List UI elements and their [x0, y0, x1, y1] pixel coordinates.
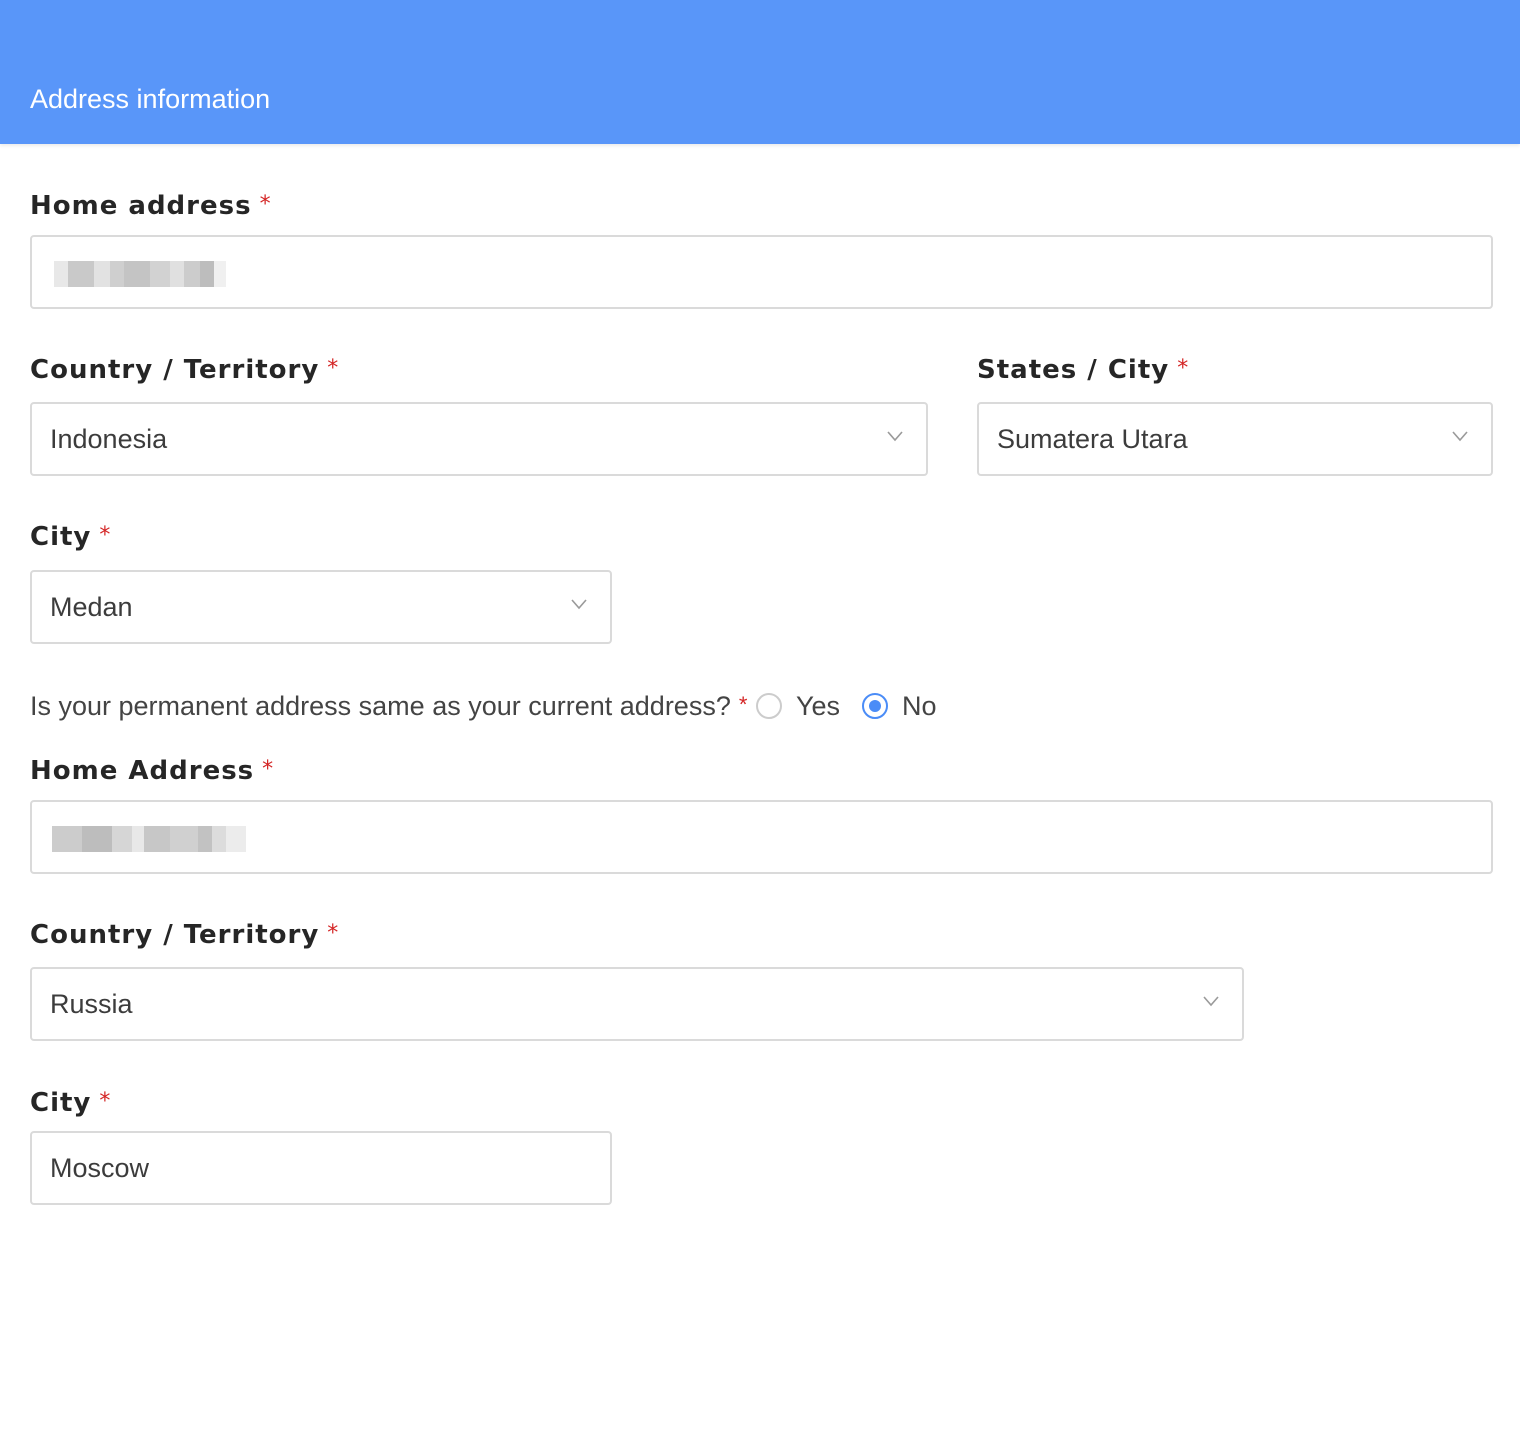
- redacted-text: [54, 261, 226, 287]
- radio-option-no[interactable]: No: [862, 688, 937, 724]
- required-marker: *: [259, 192, 272, 217]
- chevron-down-icon: [1203, 996, 1219, 1007]
- radio-icon[interactable]: [756, 693, 782, 719]
- city-select[interactable]: Medan: [30, 570, 612, 644]
- required-marker: *: [738, 692, 748, 717]
- required-marker: *: [327, 921, 340, 946]
- city-label: City *: [30, 522, 112, 552]
- required-marker: *: [327, 356, 340, 381]
- radio-label-no: No: [902, 690, 937, 721]
- radio-checked-icon[interactable]: [862, 693, 888, 719]
- redacted-text: [52, 826, 246, 852]
- permanent-country-select-value: Russia: [50, 989, 133, 1019]
- permanent-city-label: City *: [30, 1088, 112, 1118]
- permanent-address-question: Is your permanent address same as your c…: [30, 691, 748, 721]
- required-marker: *: [99, 1089, 112, 1114]
- permanent-country-select[interactable]: Russia: [30, 967, 1244, 1041]
- required-marker: *: [1177, 356, 1190, 381]
- country-select[interactable]: Indonesia: [30, 402, 928, 476]
- country-select-value: Indonesia: [50, 424, 168, 454]
- home-address-input[interactable]: [30, 235, 1493, 309]
- permanent-home-address-label: Home Address *: [30, 756, 275, 786]
- chevron-down-icon: [1452, 431, 1468, 442]
- state-select-value: Sumatera Utara: [997, 424, 1188, 454]
- state-select[interactable]: Sumatera Utara: [977, 402, 1493, 476]
- permanent-home-address-input[interactable]: [30, 800, 1493, 874]
- permanent-city-input[interactable]: Moscow: [30, 1131, 612, 1205]
- chevron-down-icon: [571, 599, 587, 610]
- required-marker: *: [99, 523, 112, 548]
- city-select-value: Medan: [50, 592, 133, 622]
- home-address-label: Home address *: [30, 191, 272, 221]
- permanent-country-label: Country / Territory *: [30, 920, 340, 950]
- radio-label-yes: Yes: [796, 690, 841, 721]
- header-title: Address information: [30, 84, 271, 114]
- permanent-city-input-value: Moscow: [50, 1153, 150, 1183]
- country-label: Country / Territory *: [30, 355, 340, 385]
- radio-option-yes[interactable]: Yes: [756, 688, 840, 724]
- page-header: Address information: [0, 0, 1520, 144]
- chevron-down-icon: [887, 431, 903, 442]
- required-marker: *: [262, 757, 275, 782]
- state-label: States / City *: [977, 355, 1190, 385]
